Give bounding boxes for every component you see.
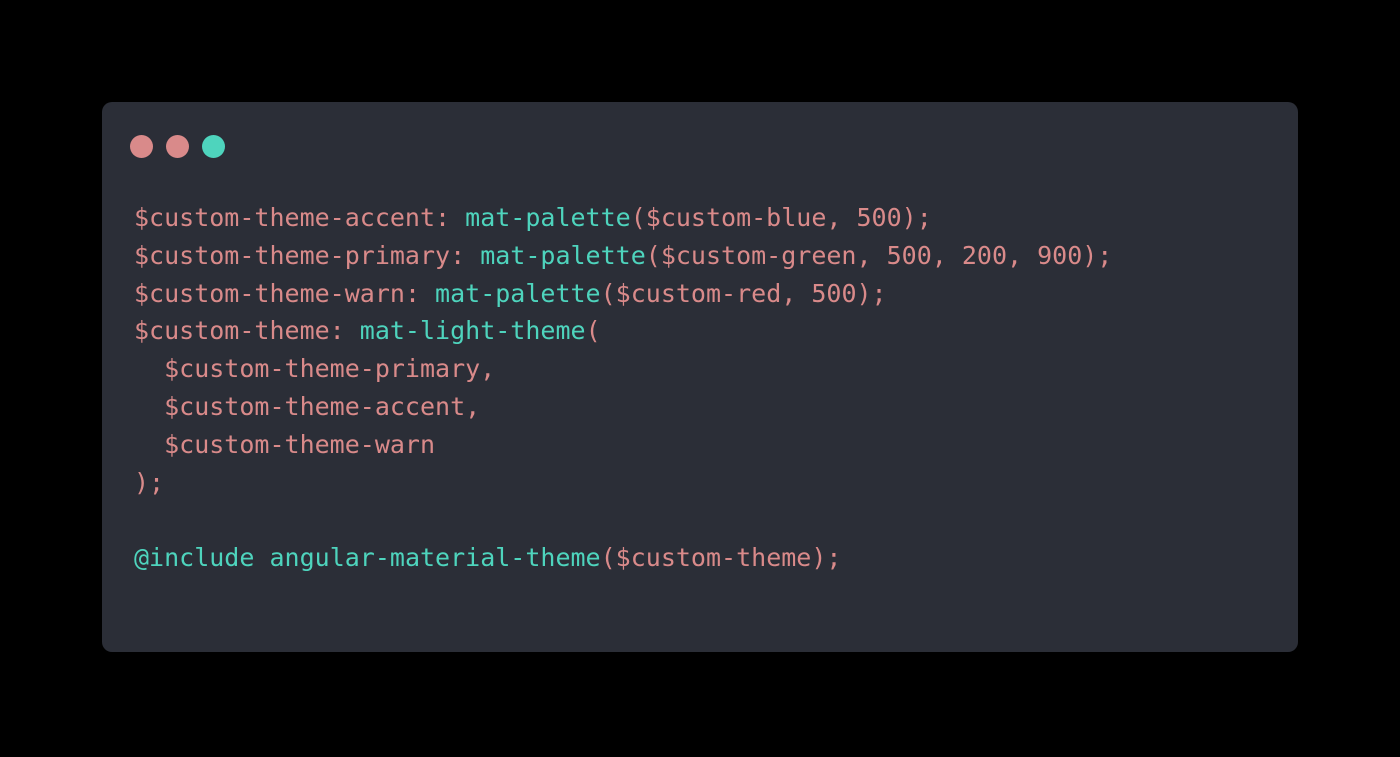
code-line: $custom-theme-primary,: [134, 350, 1112, 388]
code-line: $custom-theme-accent,: [134, 388, 1112, 426]
code-line: $custom-theme-warn: mat-palette($custom-…: [134, 275, 1112, 313]
code-token: (: [585, 316, 601, 346]
code-token: $custom-theme-primary,: [134, 354, 496, 384]
code-block: $custom-theme-accent: mat-palette($custo…: [134, 199, 1112, 577]
code-line: @include angular-material-theme($custom-…: [134, 539, 1112, 577]
code-line: $custom-theme: mat-light-theme(: [134, 312, 1112, 350]
minimize-dot-icon[interactable]: [166, 134, 189, 158]
code-line: $custom-theme-primary: mat-palette($cust…: [134, 237, 1112, 275]
code-token: ($custom-blue, 500);: [630, 203, 932, 232]
code-token: $custom-theme-primary: [134, 240, 451, 270]
code-token: $custom-theme-accent: [134, 203, 436, 232]
code-line: $custom-theme-accent: mat-palette($custo…: [134, 199, 1112, 237]
close-dot-icon[interactable]: [130, 134, 153, 158]
window-controls: [130, 134, 225, 158]
code-token: :: [435, 203, 466, 232]
code-token: $custom-theme-warn: [134, 278, 405, 308]
code-token: $custom-theme-warn: [134, 429, 436, 459]
code-line: $custom-theme-warn: [134, 426, 1112, 464]
code-line: );: [134, 464, 1112, 502]
code-function-token: mat-light-theme: [359, 316, 586, 346]
code-token: $custom-theme-accent,: [134, 391, 481, 421]
code-token: :: [404, 278, 436, 308]
code-token: $custom-theme: [134, 316, 330, 346]
code-token: ($custom-theme);: [600, 543, 842, 573]
code-function-token: @include: [134, 543, 255, 573]
code-token: :: [329, 316, 360, 346]
code-function-token: mat-palette: [465, 203, 631, 232]
maximize-dot-icon[interactable]: [202, 134, 225, 158]
code-function-token: mat-palette: [480, 240, 646, 270]
code-token: ($custom-green, 500, 200, 900);: [645, 240, 1113, 270]
code-window: $custom-theme-accent: mat-palette($custo…: [102, 102, 1298, 652]
code-function-token: angular-material-theme: [269, 543, 601, 573]
code-token: :: [450, 240, 481, 270]
code-function-token: mat-palette: [435, 278, 601, 308]
code-token: ($custom-red, 500);: [600, 278, 887, 308]
code-token: );: [134, 467, 165, 497]
